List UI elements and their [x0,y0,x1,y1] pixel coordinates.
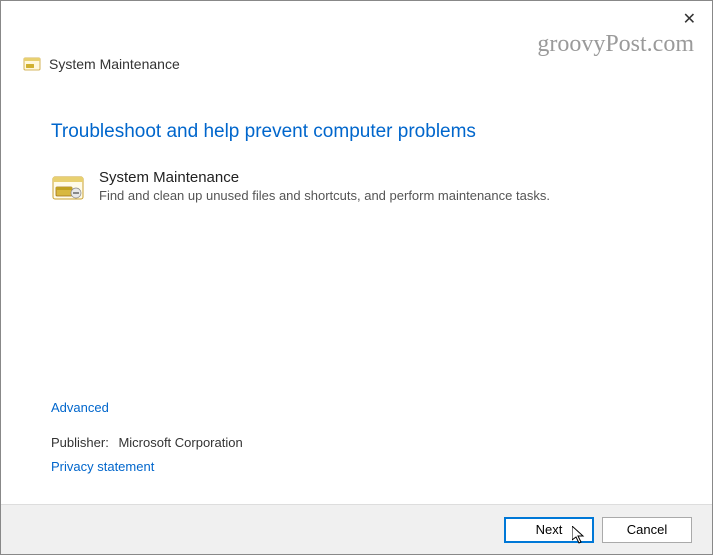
publisher-name: Microsoft Corporation [118,435,242,450]
close-button[interactable]: ✕ [677,7,702,31]
publisher-info: Publisher: Microsoft Corporation [51,435,243,450]
main-heading: Troubleshoot and help prevent computer p… [51,121,662,143]
cancel-button[interactable]: Cancel [602,517,692,543]
privacy-link[interactable]: Privacy statement [51,459,154,474]
wizard-title: System Maintenance [49,56,180,72]
advanced-link[interactable]: Advanced [51,400,109,415]
wizard-header: System Maintenance [1,37,712,73]
content-area: Troubleshoot and help prevent computer p… [1,73,712,205]
troubleshooter-description: Find and clean up unused files and short… [99,188,550,203]
close-icon: ✕ [683,11,696,28]
titlebar: ✕ [1,1,712,37]
system-maintenance-small-icon [23,55,41,73]
troubleshooter-text: System Maintenance Find and clean up unu… [99,169,550,203]
troubleshooter-title: System Maintenance [99,169,550,186]
next-button[interactable]: Next [504,517,594,543]
troubleshooter-item: System Maintenance Find and clean up unu… [51,169,662,205]
button-bar: Next Cancel [1,504,712,554]
publisher-label: Publisher: [51,435,109,450]
system-maintenance-icon [51,171,85,205]
lower-links: Advanced Publisher: Microsoft Corporatio… [51,399,243,476]
